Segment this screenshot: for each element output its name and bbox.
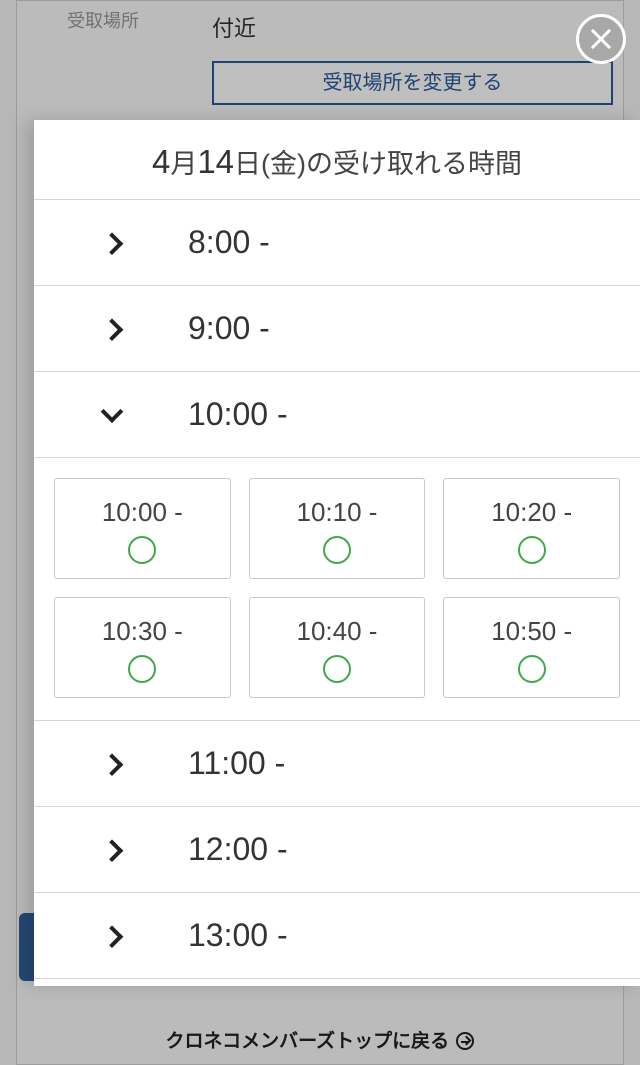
hour-row[interactable]: 9:00 -	[34, 285, 640, 371]
hour-label: 12:00 -	[188, 831, 288, 867]
close-button[interactable]	[576, 14, 626, 64]
hour-label: 9:00 -	[188, 310, 270, 346]
chevron-right-icon	[104, 321, 118, 335]
hour-label: 11:00 -	[188, 745, 285, 781]
slot-time-label: 10:30 -	[55, 616, 230, 647]
hour-label: 13:00 -	[188, 917, 288, 953]
time-slot[interactable]: 10:10 -	[249, 478, 426, 579]
slot-time-label: 10:00 -	[55, 497, 230, 528]
hour-label: 10:00 -	[188, 396, 288, 432]
time-picker-modal: 4月14日(金)の受け取れる時間 8:00 -9:00 -10:00 -10:0…	[34, 120, 640, 986]
chevron-right-icon	[104, 235, 118, 249]
available-icon	[323, 655, 351, 683]
available-icon	[128, 536, 156, 564]
hour-row[interactable]: 13:00 -	[34, 892, 640, 979]
modal-title: 4月14日(金)の受け取れる時間	[34, 120, 640, 199]
hour-row[interactable]: 8:00 -	[34, 199, 640, 285]
time-slot[interactable]: 10:50 -	[443, 597, 620, 698]
hour-label: 8:00 -	[188, 224, 270, 260]
available-icon	[128, 655, 156, 683]
chevron-right-icon	[104, 928, 118, 942]
slots-container: 10:00 - 10:10 - 10:20 - 10:30 - 10:40 - 10:50…	[34, 457, 640, 720]
slot-time-label: 10:40 -	[250, 616, 425, 647]
chevron-down-icon	[104, 407, 118, 421]
chevron-right-icon	[104, 756, 118, 770]
time-slot[interactable]: 10:00 -	[54, 478, 231, 579]
hour-row[interactable]: 10:00 -	[34, 371, 640, 457]
slot-time-label: 10:50 -	[444, 616, 619, 647]
hours-list: 8:00 - 9:00 - 10:00 - 10:00 - 10:10 - 10:20 -…	[34, 199, 640, 979]
available-icon	[518, 536, 546, 564]
available-icon	[323, 536, 351, 564]
chevron-right-icon	[104, 842, 118, 856]
slot-time-label: 10:20 -	[444, 497, 619, 528]
time-slot[interactable]: 10:40 -	[249, 597, 426, 698]
slot-time-label: 10:10 -	[250, 497, 425, 528]
time-slot[interactable]: 10:20 -	[443, 478, 620, 579]
hour-row[interactable]: 11:00 -	[34, 720, 640, 806]
slots-grid: 10:00 - 10:10 - 10:20 - 10:30 - 10:40 - 10:50…	[34, 458, 640, 720]
time-slot[interactable]: 10:30 -	[54, 597, 231, 698]
available-icon	[518, 655, 546, 683]
title-day: 14	[197, 143, 234, 180]
hour-row[interactable]: 12:00 -	[34, 806, 640, 892]
title-month: 4	[152, 143, 170, 180]
